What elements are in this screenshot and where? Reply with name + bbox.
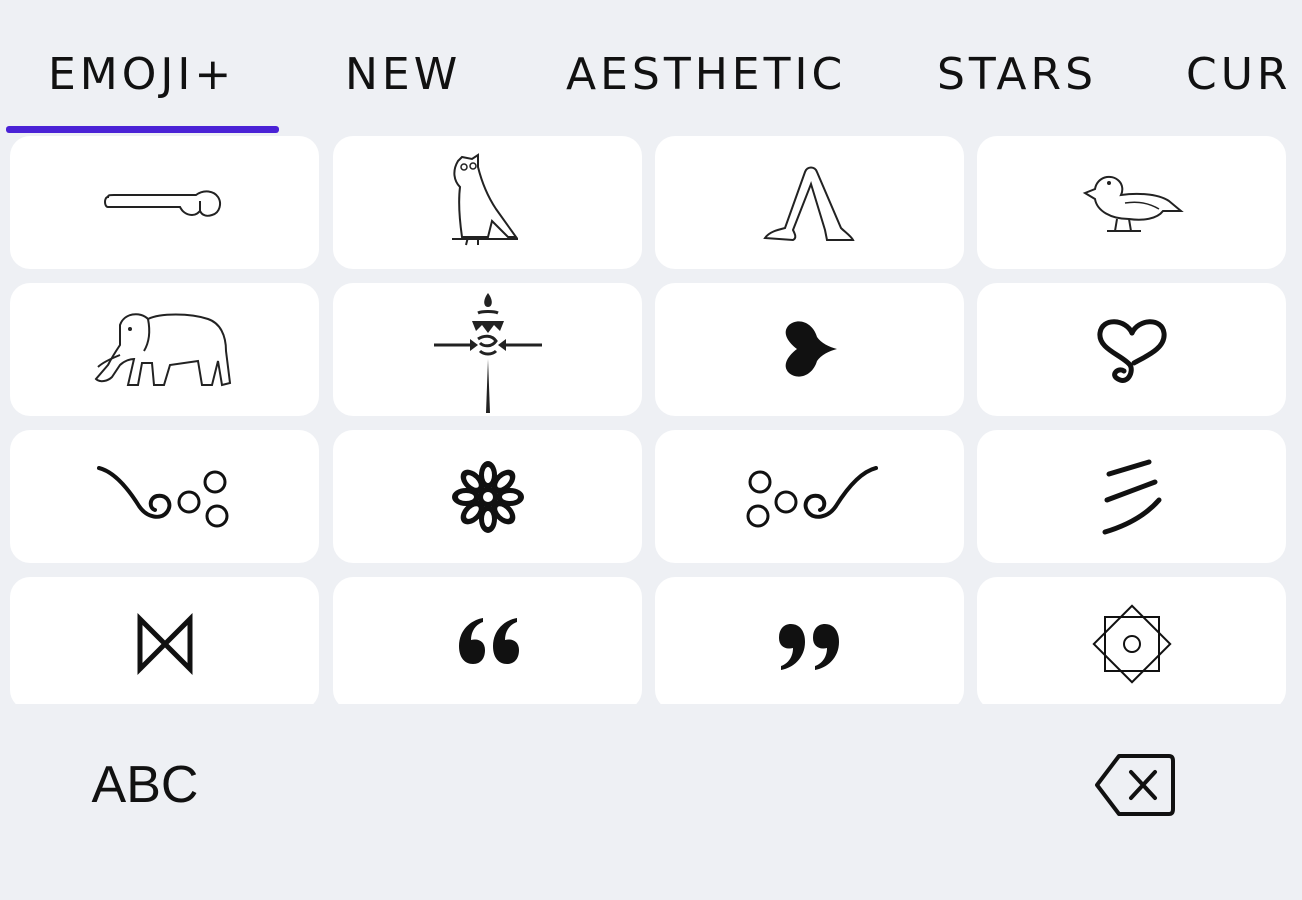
symbol-keyboard: EMOJI+ NEW AESTHETIC STARS CUR ABC: [0, 0, 1302, 900]
symbol-key[interactable]: [655, 577, 964, 704]
symbol-key[interactable]: [655, 430, 964, 563]
symbol-key[interactable]: [333, 283, 642, 416]
tab-emoji-plus[interactable]: EMOJI+: [48, 44, 235, 106]
tab-cur[interactable]: CUR: [1186, 44, 1292, 106]
symbol-key[interactable]: [977, 136, 1286, 269]
triple-stroke-icon: [1102, 459, 1161, 534]
flower-rosette-icon: [451, 460, 524, 533]
symbol-key[interactable]: [977, 283, 1286, 416]
symbol-key[interactable]: [977, 430, 1286, 563]
symbol-key[interactable]: [10, 136, 319, 269]
black-heart-bullet-icon: [785, 320, 837, 377]
left-double-quote-icon: [458, 617, 519, 664]
tab-new[interactable]: NEW: [345, 44, 461, 106]
octagram-circle-icon: [1091, 603, 1172, 684]
bowtie-icon: [137, 612, 192, 675]
active-tab-indicator: [6, 126, 279, 133]
symbol-key[interactable]: [333, 577, 642, 704]
cloud-swirl-left-icon: [96, 465, 228, 527]
symbol-key[interactable]: [655, 136, 964, 269]
duck-hieroglyph-icon: [1082, 175, 1184, 232]
backspace-icon: [1095, 754, 1175, 816]
elephant-hieroglyph-icon: [94, 312, 231, 386]
symbol-key[interactable]: [10, 577, 319, 704]
swirl-heart-icon: [1097, 318, 1167, 383]
symbol-key[interactable]: [655, 283, 964, 416]
symbol-key[interactable]: [977, 577, 1286, 704]
tab-aesthetic[interactable]: AESTHETIC: [566, 44, 846, 106]
right-double-quote-icon: [778, 623, 839, 670]
phallus-hieroglyph-icon: [103, 189, 221, 217]
tab-stars[interactable]: STARS: [937, 44, 1097, 106]
owl-hieroglyph-icon: [451, 152, 518, 245]
walking-legs-hieroglyph-icon: [762, 166, 855, 241]
symbol-key[interactable]: [10, 430, 319, 563]
abc-key[interactable]: ABC: [60, 740, 230, 830]
symbol-key[interactable]: [333, 136, 642, 269]
symbol-grid: [0, 136, 1302, 704]
backspace-key[interactable]: [1080, 740, 1190, 830]
tibetan-ornament-icon: [433, 292, 542, 413]
symbol-key[interactable]: [333, 430, 642, 563]
category-tabs: EMOJI+ NEW AESTHETIC STARS CUR: [0, 0, 1302, 136]
symbol-key[interactable]: [10, 283, 319, 416]
cloud-swirl-right-icon: [746, 465, 878, 527]
